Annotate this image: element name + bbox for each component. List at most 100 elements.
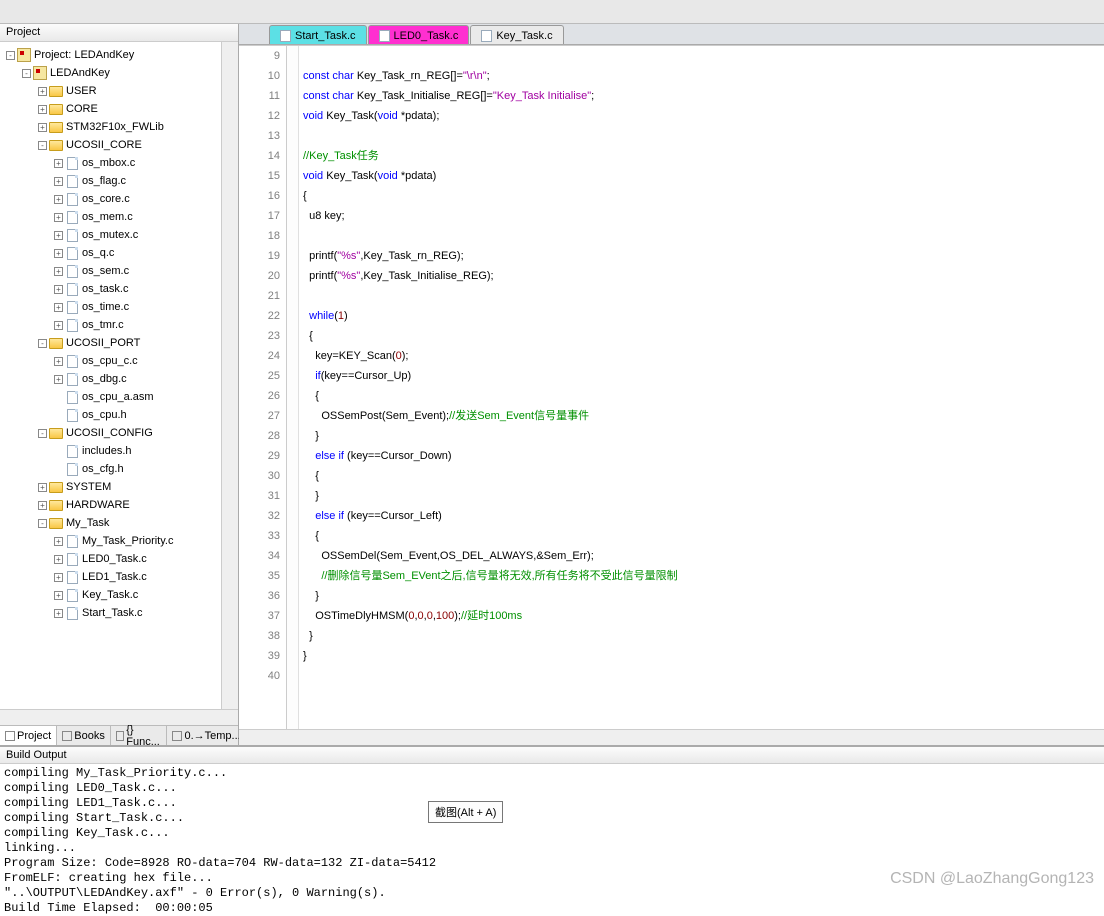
tree-item[interactable]: +USER (2, 82, 219, 100)
tree-item-label: os_dbg.c (82, 373, 127, 385)
tree-item[interactable]: includes.h (2, 442, 219, 460)
scrollbar-vertical[interactable] (221, 42, 238, 709)
toggle-icon[interactable]: + (38, 123, 47, 132)
toggle-icon[interactable]: + (38, 105, 47, 114)
tree-item[interactable]: + LED1_Task.c (2, 568, 219, 586)
line-number: 17 (245, 206, 280, 226)
sidebar-tab[interactable]: 0.→Temp... (167, 726, 246, 745)
tree-item[interactable]: -LEDAndKey (2, 64, 219, 82)
tree-item[interactable]: + SYSTEM (2, 478, 219, 496)
toggle-icon[interactable]: - (6, 51, 15, 60)
tree-item[interactable]: +Key_Task.c (2, 586, 219, 604)
toggle-icon[interactable]: - (38, 339, 47, 348)
tree-item[interactable]: - My_Task (2, 514, 219, 532)
sidebar-tab[interactable]: {} Func... (111, 726, 168, 745)
line-number: 15 (245, 166, 280, 186)
line-number: 9 (245, 46, 280, 66)
tree-item[interactable]: +os_mem.c (2, 208, 219, 226)
folder-icon (49, 498, 63, 512)
tree-item[interactable]: os_cfg.h (2, 460, 219, 478)
toggle-icon[interactable]: + (54, 591, 63, 600)
tree-item[interactable]: +os_core.c (2, 190, 219, 208)
tree-item[interactable]: - UCOSII_CONFIG (2, 424, 219, 442)
toggle-icon[interactable]: + (54, 249, 63, 258)
scrollbar-horizontal[interactable] (0, 709, 238, 725)
tree-item[interactable]: os_cpu.h (2, 406, 219, 424)
line-number: 40 (245, 666, 280, 686)
tree-item[interactable]: +My_Task_Priority.c (2, 532, 219, 550)
tree-item[interactable]: + os_time.c (2, 298, 219, 316)
tree-item[interactable]: +LED0_Task.c (2, 550, 219, 568)
sidebar-tabs: ProjectBooks{} Func...0.→Temp... (0, 725, 238, 745)
toggle-icon[interactable]: + (38, 501, 47, 510)
toggle-icon[interactable]: + (54, 159, 63, 168)
line-number: 19 (245, 246, 280, 266)
toggle-icon[interactable]: + (38, 87, 47, 96)
tree-item[interactable]: +os_cpu_c.c (2, 352, 219, 370)
tree-item[interactable]: +os_mutex.c (2, 226, 219, 244)
tree-item[interactable]: +os_q.c (2, 244, 219, 262)
tree-item[interactable]: +os_task.c (2, 280, 219, 298)
tab-icon (116, 731, 124, 741)
tree-item-label: SYSTEM (66, 481, 111, 493)
file-icon (65, 390, 79, 404)
line-number: 39 (245, 646, 280, 666)
editor-tab[interactable]: Start_Task.c (269, 25, 367, 44)
toggle-icon[interactable]: + (54, 555, 63, 564)
toggle-icon[interactable]: + (54, 375, 63, 384)
toggle-icon[interactable]: + (54, 267, 63, 276)
toggle-icon[interactable]: + (38, 483, 47, 492)
file-icon (65, 246, 79, 260)
toggle-icon[interactable]: - (38, 141, 47, 150)
tree-item[interactable]: -UCOSII_CORE (2, 136, 219, 154)
tree-item[interactable]: -Project: LEDAndKey (2, 46, 219, 64)
project-tree[interactable]: -Project: LEDAndKey-LEDAndKey+USER+CORE+… (0, 42, 221, 709)
tree-item[interactable]: +os_sem.c (2, 262, 219, 280)
tree-item-label: LED1_Task.c (82, 571, 147, 583)
folder-icon (49, 120, 63, 134)
sidebar-tab-label: Books (74, 730, 105, 742)
toggle-icon[interactable]: + (54, 609, 63, 618)
sidebar-tab[interactable]: Project (0, 726, 57, 745)
tree-item[interactable]: +os_flag.c (2, 172, 219, 190)
toggle-icon[interactable]: + (54, 573, 63, 582)
toggle-icon[interactable]: + (54, 357, 63, 366)
editor-tab[interactable]: Key_Task.c (470, 25, 563, 44)
toggle-icon[interactable]: - (22, 69, 31, 78)
toggle-icon[interactable]: + (54, 303, 63, 312)
tree-item[interactable]: +STM32F10x_FWLib (2, 118, 219, 136)
tree-item[interactable]: + os_dbg.c (2, 370, 219, 388)
toggle-icon[interactable]: + (54, 231, 63, 240)
code-text[interactable]: const char Key_Task_rn_REG[]="\r\n";cons… (299, 46, 1104, 729)
build-output-text[interactable]: compiling My_Task_Priority.c... compilin… (0, 764, 1104, 916)
fold-column[interactable] (287, 46, 299, 729)
toggle-icon[interactable]: + (54, 177, 63, 186)
tree-item[interactable]: -UCOSII_PORT (2, 334, 219, 352)
toggle-icon[interactable]: + (54, 213, 63, 222)
sidebar-tab[interactable]: Books (57, 726, 111, 745)
tree-item[interactable]: os_cpu_a.asm (2, 388, 219, 406)
toggle-icon[interactable]: + (54, 285, 63, 294)
toggle-icon[interactable]: + (54, 195, 63, 204)
editor-tab[interactable]: LED0_Task.c (368, 25, 470, 44)
toggle-icon[interactable]: - (38, 519, 47, 528)
code-area[interactable]: 9101112131415161718192021222324252627282… (239, 45, 1104, 729)
tree-item-label: os_mbox.c (82, 157, 135, 169)
toggle-icon[interactable]: + (54, 537, 63, 546)
toggle-icon[interactable]: + (54, 321, 63, 330)
tree-item-label: os_time.c (82, 301, 129, 313)
tree-item[interactable]: +Start_Task.c (2, 604, 219, 622)
tree-item-label: My_Task (66, 517, 109, 529)
tree-item[interactable]: +CORE (2, 100, 219, 118)
tree-item-label: HARDWARE (66, 499, 130, 511)
toggle-icon[interactable]: - (38, 429, 47, 438)
line-number: 31 (245, 486, 280, 506)
tree-item[interactable]: + os_mbox.c (2, 154, 219, 172)
editor-scroll-horizontal[interactable] (239, 729, 1104, 745)
tree-item-label: UCOSII_CONFIG (66, 427, 153, 439)
file-icon (65, 156, 79, 170)
tree-item[interactable]: + HARDWARE (2, 496, 219, 514)
file-icon (65, 282, 79, 296)
tree-item[interactable]: +os_tmr.c (2, 316, 219, 334)
line-number: 26 (245, 386, 280, 406)
